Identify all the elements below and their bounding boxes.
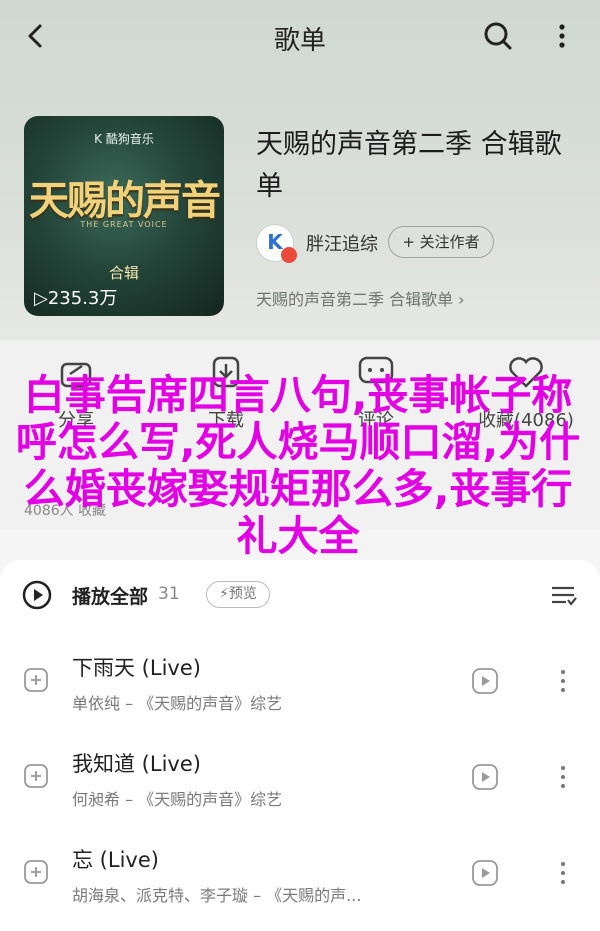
list-item[interactable]: 我知道 (Live) 何昶希 – 《天赐的声音》综艺: [0, 732, 600, 828]
avatar[interactable]: K: [256, 224, 297, 263]
song-title: 下雨天 (Live): [72, 656, 201, 680]
cover-title: 天赐的声音: [29, 177, 221, 224]
play-count: ▷235.3万: [34, 288, 118, 309]
overlay-headline: 白事告席四言八句,丧事帐子称呼怎么写,死人烧马顺口溜,为什么婚丧嫁娶规矩那么多,…: [15, 371, 581, 560]
song-info: 何昶希 – 《天赐的声音》综艺: [72, 790, 283, 809]
mv-play-icon[interactable]: [472, 668, 498, 694]
list-item[interactable]: 忘 (Live) 胡海泉、派克特、李子璇 – 《天赐的声...: [0, 828, 600, 924]
more-vertical-icon[interactable]: [556, 666, 570, 696]
cover-badge: 合辑: [108, 264, 139, 282]
creator-name[interactable]: 胖汪追综: [306, 230, 378, 256]
vip-badge-icon: [281, 247, 297, 263]
top-bar: 歌单: [0, 0, 600, 72]
more-vertical-icon[interactable]: [556, 762, 570, 792]
multi-select-icon[interactable]: [548, 580, 578, 610]
song-info: 胡海泉、派克特、李子璇 – 《天赐的声...: [72, 886, 362, 905]
search-icon[interactable]: [480, 18, 516, 54]
preview-label: 预览: [228, 586, 257, 602]
song-title: 忘 (Live): [72, 848, 159, 872]
song-info: 单依纯 – 《天赐的声音》综艺: [72, 694, 283, 713]
play-circle-icon: [22, 580, 52, 610]
follow-button[interactable]: + 关注作者: [388, 226, 494, 258]
add-icon[interactable]: [24, 668, 48, 692]
add-icon[interactable]: [24, 860, 48, 884]
play-all-label: 播放全部: [72, 586, 149, 608]
more-vertical-icon[interactable]: [544, 18, 580, 54]
mv-play-icon[interactable]: [472, 764, 498, 790]
playlist-description[interactable]: 天赐的声音第二季 合辑歌单 ›: [256, 286, 465, 310]
song-title: 我知道 (Live): [72, 752, 201, 776]
playlist-cover[interactable]: K 酷狗音乐 天赐的声音 THE GREAT VOICE 合辑 ▷235.3万: [24, 116, 224, 316]
add-icon[interactable]: [24, 764, 48, 788]
cover-brand: K 酷狗音乐: [94, 132, 154, 146]
mv-play-icon[interactable]: [472, 860, 498, 886]
more-vertical-icon[interactable]: [556, 858, 570, 888]
cover-subtitle: THE GREAT VOICE: [80, 220, 168, 229]
playlist-title: 天赐的声音第二季 合辑歌单: [256, 129, 562, 202]
list-item[interactable]: 下雨天 (Live) 单依纯 – 《天赐的声音》综艺: [0, 636, 600, 732]
preview-button[interactable]: ⚡预览: [206, 581, 270, 608]
song-count: 31: [158, 584, 180, 604]
